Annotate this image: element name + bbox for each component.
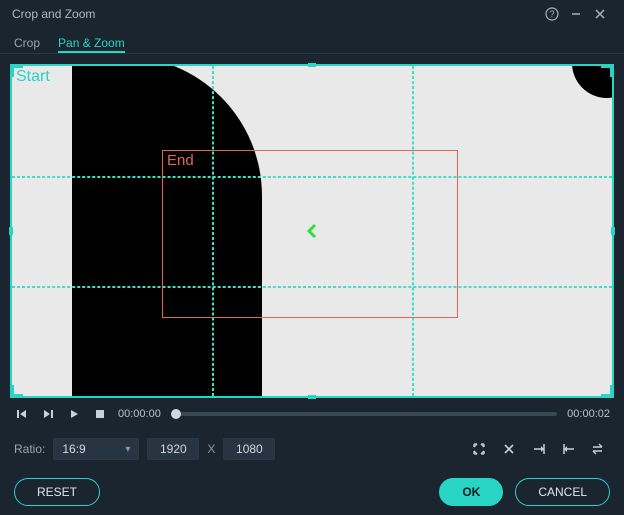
- ratio-select[interactable]: 16:9 ▾: [53, 438, 139, 460]
- reset-button[interactable]: RESET: [14, 478, 100, 506]
- timecode-duration: 00:00:02: [567, 408, 610, 420]
- tabs: Crop Pan & Zoom: [0, 28, 624, 54]
- close-icon[interactable]: [588, 2, 612, 26]
- ratio-row: Ratio: 16:9 ▾ 1920 X 1080: [0, 426, 624, 462]
- footer: RESET OK CANCEL: [0, 462, 624, 506]
- preview-area[interactable]: Start End: [12, 66, 612, 396]
- resize-handle[interactable]: [9, 227, 13, 235]
- resize-handle[interactable]: [601, 385, 613, 397]
- svg-text:?: ?: [549, 9, 554, 19]
- height-value: 1080: [236, 442, 263, 456]
- play-icon[interactable]: [66, 406, 82, 422]
- width-value: 1920: [160, 442, 187, 456]
- fit-icon[interactable]: [468, 438, 490, 460]
- chevron-down-icon: ▾: [125, 444, 130, 455]
- end-label: End: [167, 152, 194, 169]
- playbar: 00:00:00 00:00:02: [0, 402, 624, 426]
- ratio-value: 16:9: [62, 442, 85, 456]
- resize-handle[interactable]: [308, 63, 316, 67]
- help-icon[interactable]: ?: [540, 2, 564, 26]
- dimension-separator: X: [207, 442, 215, 456]
- tab-crop[interactable]: Crop: [14, 32, 40, 53]
- titlebar: Crop and Zoom ?: [0, 0, 624, 28]
- resize-handle[interactable]: [611, 227, 615, 235]
- tab-pan-zoom[interactable]: Pan & Zoom: [58, 32, 125, 53]
- minimize-icon[interactable]: [564, 2, 588, 26]
- resize-handle[interactable]: [11, 385, 23, 397]
- ok-button[interactable]: OK: [439, 478, 503, 506]
- ratio-label: Ratio:: [14, 442, 45, 456]
- timeline-thumb[interactable]: [171, 409, 181, 419]
- cancel-button[interactable]: CANCEL: [515, 478, 610, 506]
- step-back-icon[interactable]: [14, 406, 30, 422]
- width-input[interactable]: 1920: [147, 438, 199, 460]
- timecode-current: 00:00:00: [118, 408, 161, 420]
- align-left-icon[interactable]: [558, 438, 580, 460]
- swap-icon[interactable]: [588, 438, 610, 460]
- window-title: Crop and Zoom: [12, 7, 540, 21]
- align-right-icon[interactable]: [528, 438, 550, 460]
- stop-icon[interactable]: [92, 406, 108, 422]
- resize-handle[interactable]: [308, 395, 316, 399]
- play-step-icon[interactable]: [40, 406, 56, 422]
- height-input[interactable]: 1080: [223, 438, 275, 460]
- center-icon[interactable]: [498, 438, 520, 460]
- timeline-scrub[interactable]: [171, 412, 557, 416]
- resize-handle[interactable]: [11, 65, 23, 77]
- center-marker-icon: [305, 223, 319, 239]
- resize-handle[interactable]: [601, 65, 613, 77]
